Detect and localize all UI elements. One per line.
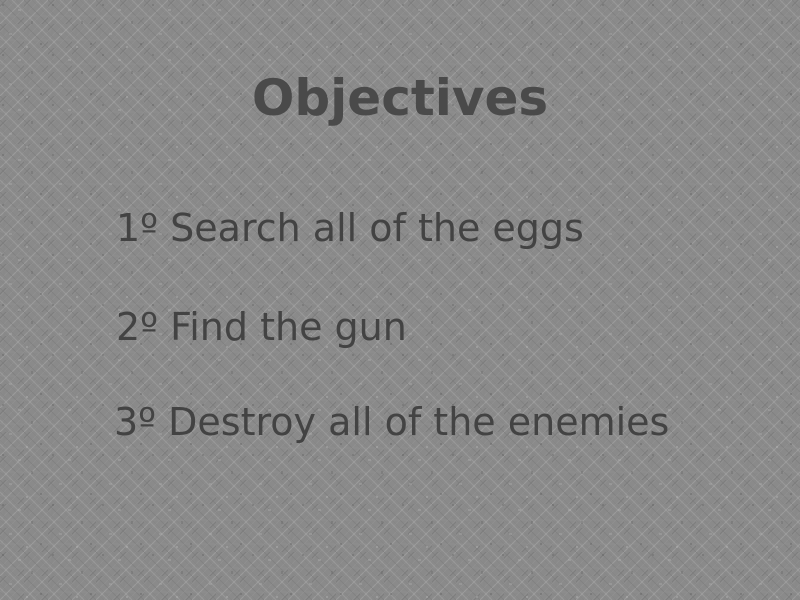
objective-item-destroy-enemies: 3º Destroy all of the enemies: [114, 400, 670, 444]
objectives-title: Objectives: [251, 69, 549, 127]
objective-item-search-eggs: 1º Search all of the eggs: [116, 206, 584, 250]
objective-item-find-gun: 2º Find the gun: [116, 305, 407, 349]
objectives-screen: Objectives 1º Search all of the eggs 2º …: [0, 0, 800, 600]
